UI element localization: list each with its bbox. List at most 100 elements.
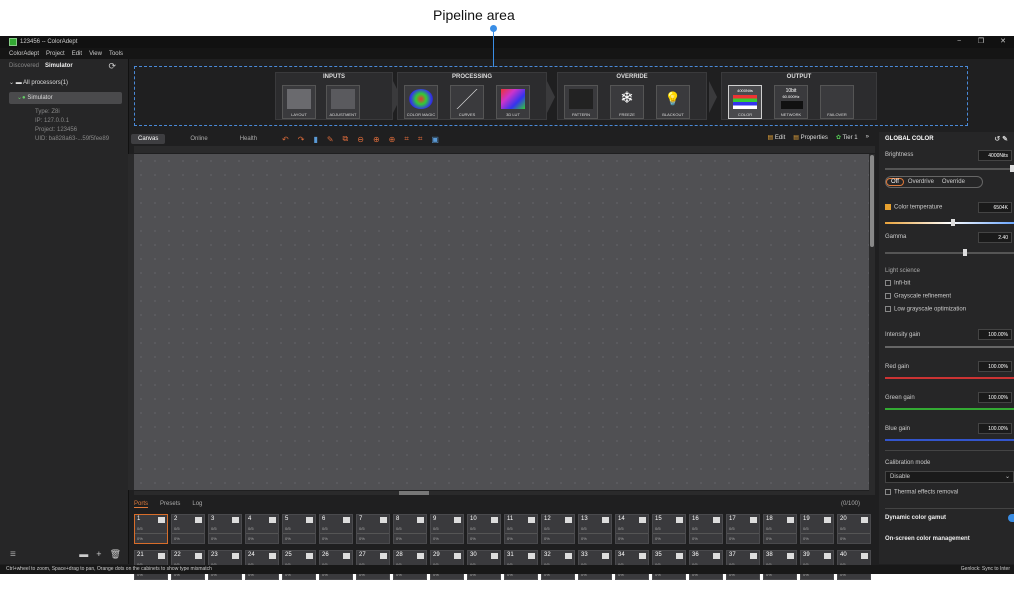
tab-health[interactable]: Health — [233, 134, 264, 144]
card-pattern[interactable]: PATTERN — [564, 85, 598, 119]
low-grayscale-checkbox[interactable] — [885, 306, 891, 312]
zoom-in-icon[interactable]: ⊕ — [373, 135, 380, 144]
brightness-input[interactable]: 4000Nits — [978, 150, 1012, 161]
port-item[interactable]: 9 0/5 0% — [430, 514, 464, 544]
edit-pen-icon[interactable]: ✎ — [327, 135, 334, 144]
port-item[interactable]: 3 0/5 0% — [208, 514, 242, 544]
card-adjustment[interactable]: ADJUSTMENT — [326, 85, 360, 119]
mode-off[interactable]: Off — [886, 178, 904, 186]
port-item[interactable]: 17 0/5 0% — [726, 514, 760, 544]
card-color-magic[interactable]: COLOR MAGIC — [404, 85, 438, 119]
green-gain-input[interactable]: 100.00% — [978, 392, 1012, 403]
card-blackout[interactable]: 💡 BLACKOUT — [656, 85, 690, 119]
tree-root[interactable]: ⌄ ▬ All processors(1) — [9, 79, 128, 86]
canvas-vertical-scrollbar[interactable] — [869, 154, 875, 494]
blue-gain-slider[interactable] — [885, 439, 1014, 441]
port-item[interactable]: 20 0/5 0% — [837, 514, 871, 544]
layer-icon[interactable]: ▮ — [313, 135, 317, 144]
expand-button[interactable]: » — [866, 134, 869, 141]
mirror-icon[interactable]: ⧉ — [343, 134, 349, 144]
minimize-button[interactable]: − — [948, 36, 970, 48]
refresh-icon[interactable]: ⟳ — [108, 61, 116, 72]
layout-canvas[interactable] — [134, 154, 875, 490]
thermal-checkbox[interactable] — [885, 489, 891, 495]
card-layout[interactable]: LAYOUT — [282, 85, 316, 119]
gamma-slider[interactable] — [885, 249, 1014, 256]
dynamic-gamut-toggle[interactable] — [1008, 514, 1014, 522]
hamburger-icon[interactable]: ≡ — [10, 549, 71, 560]
card-color[interactable]: 4000Nits COLOR — [728, 85, 762, 119]
tab-simulator[interactable]: Simulator — [45, 63, 73, 69]
port-item[interactable]: 15 0/5 0% — [652, 514, 686, 544]
color-temp-input[interactable]: 6504K — [978, 202, 1012, 213]
splitter-handle[interactable] — [399, 491, 429, 495]
brightness-slider[interactable] — [885, 165, 1014, 172]
tab-presets[interactable]: Presets — [160, 501, 180, 507]
intensity-input[interactable]: 100.00% — [978, 329, 1012, 340]
grayscale-checkbox[interactable] — [885, 293, 891, 299]
menu-edit[interactable]: Edit — [72, 51, 82, 57]
red-gain-input[interactable]: 100.00% — [978, 361, 1012, 372]
port-item[interactable]: 6 0/5 0% — [319, 514, 353, 544]
port-item[interactable]: 1 0/5 0% — [134, 514, 168, 544]
mode-overdrive[interactable]: Overdrive — [904, 179, 938, 185]
redo-icon[interactable]: ↷ — [298, 135, 305, 144]
gamma-input[interactable]: 2.40 — [978, 232, 1012, 243]
folder-icon[interactable]: ▬ — [79, 549, 88, 559]
tab-discovered[interactable]: Discovered — [9, 63, 39, 69]
menu-tools[interactable]: Tools — [109, 51, 123, 57]
color-temp-checkbox[interactable] — [885, 204, 891, 210]
frame-icon[interactable]: ⌗ — [404, 134, 409, 144]
tab-canvas[interactable]: Canvas — [131, 134, 166, 144]
edit-button[interactable]: ▤ Edit — [768, 134, 786, 141]
calibration-select[interactable]: Disable ⌄ — [885, 471, 1014, 483]
card-curves[interactable]: CURVES — [450, 85, 484, 119]
port-item[interactable]: 11 0/5 0% — [504, 514, 538, 544]
port-item[interactable]: 7 0/5 0% — [356, 514, 390, 544]
properties-button[interactable]: ▤ Properties — [793, 134, 828, 141]
port-item[interactable]: 16 0/5 0% — [689, 514, 723, 544]
port-item[interactable]: 14 0/5 0% — [615, 514, 649, 544]
mode-override[interactable]: Override — [938, 179, 969, 185]
port-item[interactable]: 10 0/5 0% — [467, 514, 501, 544]
card-3d-lut[interactable]: 3D LUT — [496, 85, 530, 119]
tier-button[interactable]: ✿ Tier 1 — [836, 134, 858, 141]
canvas-splitter[interactable] — [134, 491, 875, 495]
scroll-thumb[interactable] — [870, 155, 874, 247]
red-gain-slider[interactable] — [885, 377, 1014, 379]
card-freeze[interactable]: ❄ FREEZE — [610, 85, 644, 119]
menu-coloradept[interactable]: ColorAdept — [9, 51, 39, 57]
undo-icon[interactable]: ↶ — [282, 135, 289, 144]
green-gain-slider[interactable] — [885, 408, 1014, 410]
brightness-knob[interactable] — [1010, 165, 1014, 172]
port-item[interactable]: 5 0/5 0% — [282, 514, 316, 544]
port-item[interactable]: 2 0/5 0% — [171, 514, 205, 544]
maximize-button[interactable]: ❐ — [970, 36, 992, 48]
tab-log[interactable]: Log — [192, 501, 202, 507]
blue-gain-input[interactable]: 100.00% — [978, 423, 1012, 434]
color-temp-knob[interactable] — [951, 219, 955, 226]
tab-ports[interactable]: Ports — [134, 501, 149, 508]
gamma-knob[interactable] — [963, 249, 967, 256]
reset-pin-icon[interactable]: ↺ ✎ — [994, 135, 1008, 143]
infibit-checkbox[interactable] — [885, 280, 891, 286]
card-network[interactable]: 10bit 60.000Hz NETWORK — [774, 85, 808, 119]
port-item[interactable]: 19 0/5 0% — [800, 514, 834, 544]
menu-view[interactable]: View — [89, 51, 102, 57]
zoom-out-icon[interactable]: ⊖ — [357, 135, 364, 144]
delete-icon[interactable]: 🗑 — [110, 549, 121, 560]
port-item[interactable]: 4 0/5 0% — [245, 514, 279, 544]
port-item[interactable]: 13 0/5 0% — [578, 514, 612, 544]
grid-icon[interactable]: ⌗ — [418, 134, 423, 144]
image-icon[interactable]: ▣ — [431, 135, 439, 144]
zoom-fit-icon[interactable]: ⊕ — [389, 135, 396, 144]
processor-item[interactable]: ⌄● Simulator — [9, 92, 122, 104]
intensity-slider[interactable] — [885, 346, 1014, 348]
color-temp-slider[interactable] — [885, 219, 1014, 226]
port-item[interactable]: 8 0/5 0% — [393, 514, 427, 544]
close-button[interactable]: ✕ — [992, 36, 1014, 48]
menu-project[interactable]: Project — [46, 51, 65, 57]
tab-online[interactable]: Online — [183, 134, 214, 144]
card-failover[interactable]: FAILOVER — [820, 85, 854, 119]
port-item[interactable]: 12 0/5 0% — [541, 514, 575, 544]
